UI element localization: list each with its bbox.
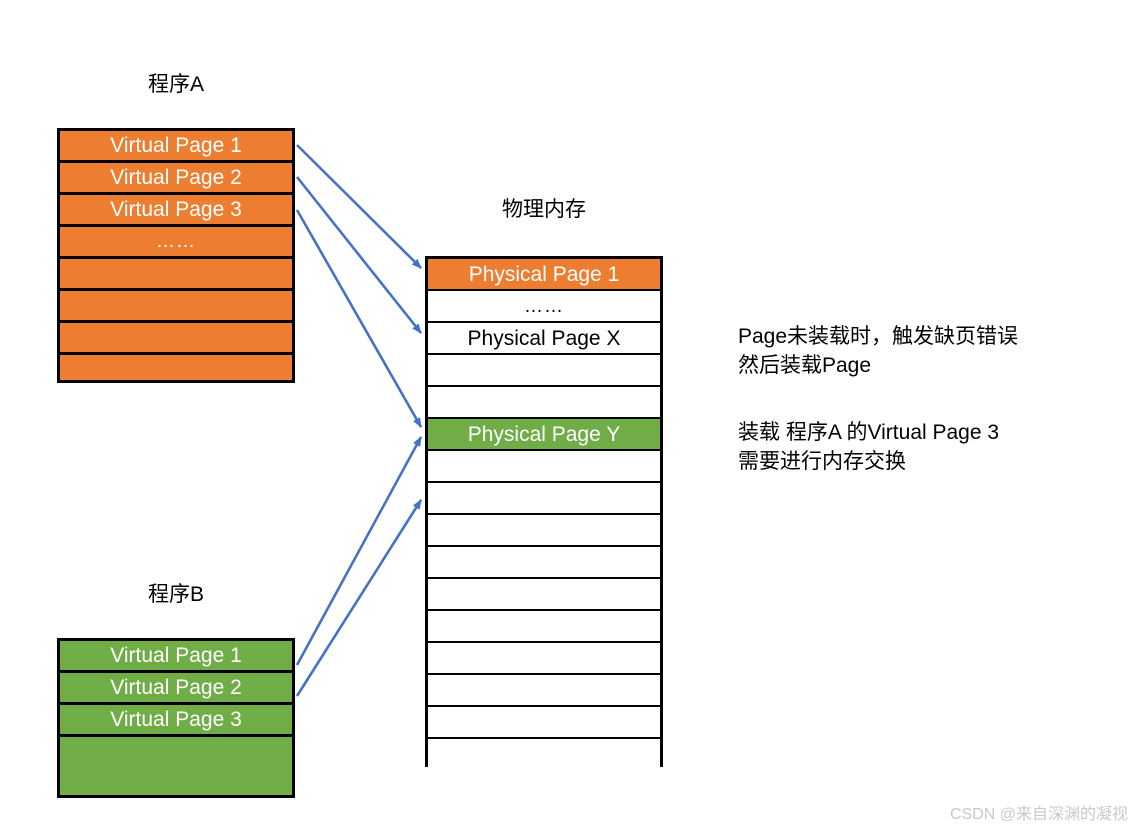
physical-page-row — [428, 739, 660, 771]
physical-memory-table: Physical Page 1 …… Physical Page X Physi… — [425, 256, 663, 771]
program-a-title: 程序A — [147, 73, 204, 96]
program-b-page-row: Virtual Page 2 — [60, 673, 292, 705]
program-a-page-row — [60, 323, 292, 355]
program-a-page-row-ellipsis: …… — [60, 227, 292, 259]
physical-page-row — [428, 675, 660, 707]
physical-page-row — [428, 707, 660, 739]
physical-page-row: Physical Page X — [428, 323, 660, 355]
physical-page-row — [428, 483, 660, 515]
physical-page-row — [428, 643, 660, 675]
page-fault-note: Page未装载时，触发缺页错误 然后装载Page — [738, 325, 1019, 377]
program-b-page-row: Virtual Page 3 — [60, 705, 292, 737]
physical-page-row-ellipsis: …… — [428, 291, 660, 323]
physical-page-row — [428, 387, 660, 419]
program-a-page-row — [60, 355, 292, 387]
physical-page-row — [428, 547, 660, 579]
program-a-page-table: Virtual Page 1 Virtual Page 2 Virtual Pa… — [57, 128, 295, 383]
program-a-page-row: Virtual Page 2 — [60, 163, 292, 195]
memory-swap-note: 装载 程序A 的Virtual Page 3 需要进行内存交换 — [738, 421, 1000, 473]
arrow-a-vp2-to-ppx — [295, 176, 423, 334]
arrow-b-vp1-to-ppy — [295, 436, 423, 666]
physical-page-row — [428, 355, 660, 387]
arrow-a-vp1-to-pp1 — [296, 144, 422, 269]
program-a-page-row: Virtual Page 1 — [60, 131, 292, 163]
program-a-page-row: Virtual Page 3 — [60, 195, 292, 227]
watermark: CSDN @来自深渊的凝视 — [949, 806, 1128, 823]
program-a-page-row — [60, 259, 292, 291]
arrow-b-vp2-to-free-page — [295, 499, 423, 697]
physical-page-row — [428, 515, 660, 547]
diagram-canvas: 程序A 物理内存 程序B Virtual Page 1 Virtual Page… — [0, 0, 1142, 832]
physical-memory-title: 物理内存 — [502, 198, 586, 221]
program-a-page-row — [60, 291, 292, 323]
physical-page-row — [428, 579, 660, 611]
physical-page-row: Physical Page 1 — [428, 259, 660, 291]
physical-page-row — [428, 611, 660, 643]
program-b-page-table: Virtual Page 1 Virtual Page 2 Virtual Pa… — [57, 638, 295, 798]
program-b-title: 程序B — [147, 583, 204, 606]
program-b-page-row: Virtual Page 1 — [60, 641, 292, 673]
arrow-a-vp3-to-ppy — [295, 209, 423, 428]
physical-page-row: Physical Page Y — [428, 419, 660, 451]
physical-page-row — [428, 451, 660, 483]
program-b-page-row — [60, 737, 292, 795]
